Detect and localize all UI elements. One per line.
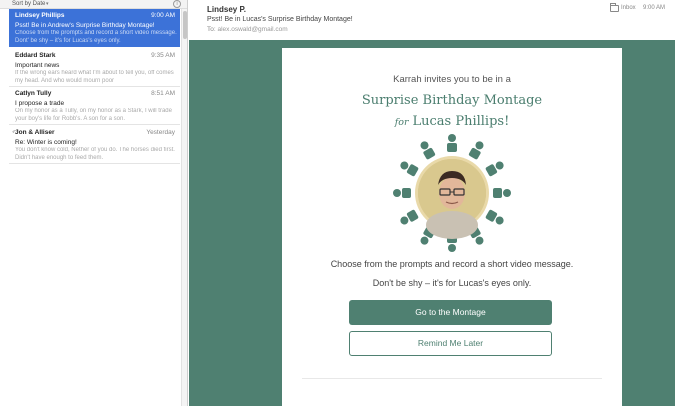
seat-icon	[447, 134, 457, 152]
invitation-card: Karrah invites you to be in a Surprise B…	[282, 48, 622, 406]
seat-icon	[420, 141, 436, 160]
message-header: Lindsey P. Psst! Be in Lucas's Surprise …	[189, 0, 675, 40]
portrait-photo	[418, 159, 486, 239]
recipient-address[interactable]: alex.oswald@gmail.com	[217, 26, 287, 33]
info-icon[interactable]: i	[173, 0, 181, 8]
divider	[9, 163, 180, 164]
go-to-montage-button[interactable]: Go to the Montage	[349, 300, 552, 325]
message-time: 9:35 AM	[151, 52, 175, 59]
seat-icon	[393, 188, 411, 198]
sort-bar: Sort by Date ▾ i	[0, 0, 187, 9]
sender-name: Lindsey P.	[207, 5, 246, 14]
seat-icon	[493, 188, 511, 198]
remind-me-later-button[interactable]: Remind Me Later	[349, 331, 552, 356]
message-time: 8:51 AM	[151, 90, 175, 97]
message-preview: You don't know cold, Nether of you do. T…	[15, 147, 175, 161]
list-item[interactable]: Lindsey Phillips 9:00 AM Psst! Be in And…	[9, 9, 180, 47]
list-scrollbar[interactable]	[181, 9, 187, 406]
for-word: for	[394, 117, 409, 128]
to-label: To:	[207, 26, 216, 33]
mail-app: Sort by Date ▾ i Lindsey Phillips 9:00 A…	[0, 0, 675, 406]
email-body: Karrah invites you to be in a Surprise B…	[189, 40, 675, 406]
message-preview: If the wrong ears heard what I'm about t…	[15, 70, 174, 84]
divider	[9, 124, 180, 125]
friends-ring-graphic	[393, 134, 511, 252]
recipient-line: To: alex.oswald@gmail.com	[207, 26, 288, 33]
message-subject: Psst! Be in Andrew's Surprise Birthday M…	[15, 22, 155, 29]
message-time: Yesterday	[146, 129, 175, 136]
message-subject-header: Psst! Be in Lucas's Surprise Birthday Mo…	[207, 16, 353, 23]
scrollbar-thumb[interactable]	[183, 11, 187, 39]
message-subject: Re: Winter is coming!	[15, 139, 77, 146]
sort-by-date-button[interactable]: Sort by Date	[12, 0, 45, 8]
message-from: Catlyn Tully	[15, 90, 52, 97]
honoree-name: Lucas Phillips!	[412, 114, 510, 129]
invite-text: Karrah invites you to be in a	[393, 74, 511, 85]
seat-icon	[468, 141, 484, 160]
message-preview: Choose from the prompts and record a sho…	[15, 30, 177, 44]
message-time: 9:00 AM	[151, 12, 175, 19]
montage-avatar-circle	[392, 133, 512, 253]
montage-description: Choose from the prompts and record a sho…	[330, 259, 574, 269]
list-item[interactable]: Eddard Stark 9:35 AM Important news If t…	[9, 49, 180, 87]
chevron-down-icon[interactable]: ▾	[46, 1, 49, 7]
message-from: Eddard Stark	[15, 52, 56, 59]
seat-icon	[485, 161, 504, 177]
montage-subtitle: for Lucas Phillips!	[282, 114, 622, 129]
message-list: Sort by Date ▾ i Lindsey Phillips 9:00 A…	[0, 0, 188, 406]
montage-note: Don't be shy – it's for Lucas's eyes onl…	[372, 278, 532, 288]
message-preview: On my honor as a Tully, on my honor as a…	[15, 108, 172, 122]
seat-icon	[485, 209, 504, 225]
message-subject: I propose a trade	[15, 100, 65, 107]
divider	[302, 378, 602, 379]
seat-icon	[400, 161, 419, 177]
message-from: Lindsey Phillips	[15, 12, 65, 19]
montage-title: Surprise Birthday Montage	[361, 93, 543, 108]
message-from: Jon & Alliser	[15, 129, 55, 136]
folder-label[interactable]: Inbox	[621, 5, 636, 11]
message-subject: Important news	[15, 62, 60, 69]
list-item[interactable]: Catlyn Tully 8:51 AM I propose a trade O…	[9, 87, 180, 125]
seat-icon	[400, 209, 419, 225]
header-time: 9:00 AM	[643, 5, 666, 11]
list-item[interactable]: ↶ Jon & Alliser Yesterday Re: Winter is …	[9, 126, 180, 164]
folder-icon	[610, 3, 619, 12]
